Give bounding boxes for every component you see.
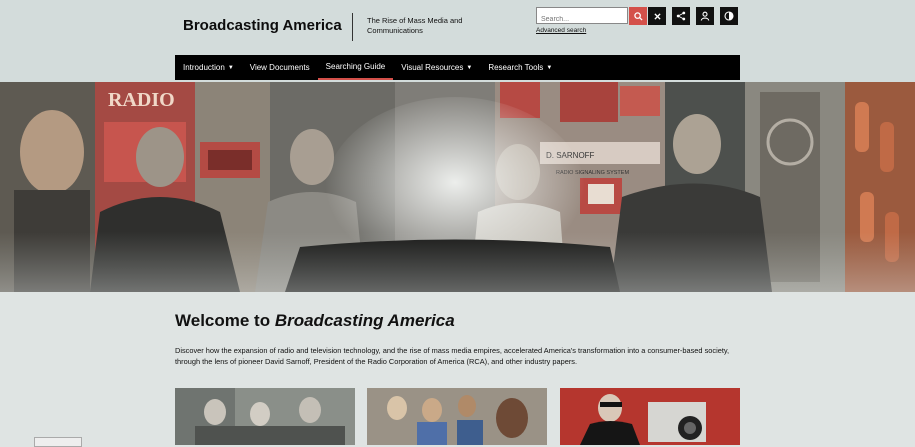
account-button[interactable] [696, 7, 714, 25]
feature-card-image [560, 388, 740, 445]
share-button[interactable] [672, 7, 690, 25]
nav-item-label: Research Tools [488, 63, 544, 72]
nav-item-label: Searching Guide [325, 62, 386, 71]
nav-item-label: View Documents [249, 63, 310, 72]
radio-sign: RADIO [108, 89, 175, 111]
search-box [536, 7, 628, 27]
chevron-down-icon: ▼ [227, 64, 234, 71]
title-divider [352, 13, 353, 41]
feature-card-image [175, 388, 355, 445]
hero-collage-image: RADIO D. SARNOFF RADIO SIGNALING SYSTEM [0, 82, 915, 292]
contrast-toggle-button[interactable] [720, 7, 738, 25]
advanced-search-link[interactable]: Advanced search [536, 27, 586, 34]
nav-item-searching-guide[interactable]: Searching Guide [317, 55, 394, 80]
clear-search-button[interactable] [648, 7, 666, 25]
nav-item-label: Visual Resources [401, 63, 464, 72]
feature-card-1[interactable] [175, 388, 355, 445]
feature-card-3[interactable] [560, 388, 740, 445]
main-nav: Introduction ▼ View Documents Searching G… [175, 55, 740, 80]
user-icon [700, 11, 710, 21]
site-tagline: The Rise of Mass Media and Communication… [367, 16, 463, 35]
search-button[interactable] [629, 7, 647, 25]
corner-badge[interactable] [34, 437, 82, 447]
contrast-icon [724, 11, 734, 21]
page-title: Welcome to Broadcasting America [175, 311, 455, 331]
nav-item-research-tools[interactable]: Research Tools ▼ [480, 55, 560, 80]
feature-card-2[interactable] [367, 388, 547, 445]
chevron-down-icon: ▼ [546, 64, 553, 71]
nav-item-visual-resources[interactable]: Visual Resources ▼ [393, 55, 480, 80]
nav-item-view-documents[interactable]: View Documents [242, 55, 318, 80]
search-icon [633, 11, 643, 21]
page-title-emphasis: Broadcasting America [274, 311, 455, 330]
chevron-down-icon: ▼ [466, 64, 473, 71]
intro-paragraph: Discover how the expansion of radio and … [175, 346, 730, 366]
site-header: Broadcasting America The Rise of Mass Me… [0, 0, 915, 82]
site-title[interactable]: Broadcasting America [183, 17, 342, 34]
nav-item-introduction[interactable]: Introduction ▼ [175, 55, 242, 80]
hero-collage: RADIO D. SARNOFF RADIO SIGNALING SYSTEM [0, 82, 915, 292]
feature-card-image [367, 388, 547, 445]
search-input[interactable] [537, 12, 627, 27]
close-icon [653, 12, 661, 20]
nav-item-label: Introduction [183, 63, 225, 72]
share-icon [676, 11, 686, 21]
page-title-prefix: Welcome to [175, 311, 275, 330]
